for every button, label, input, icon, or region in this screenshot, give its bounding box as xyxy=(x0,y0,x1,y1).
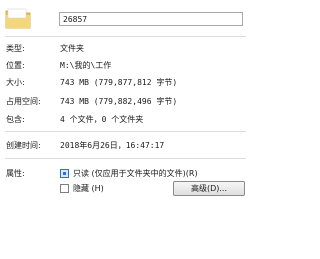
divider xyxy=(5,36,246,37)
disk-size-label: 占用空间: xyxy=(6,97,41,106)
folder-icon xyxy=(5,8,31,29)
size-label: 大小: xyxy=(6,78,25,87)
hidden-checkbox[interactable] xyxy=(60,184,69,193)
location-label: 位置: xyxy=(6,61,25,70)
readonly-label[interactable]: 只读 (仅应用于文件夹中的文件)(R) xyxy=(73,168,198,179)
location-value: M:\我的\工作 xyxy=(60,61,112,70)
contains-value: 4 个文件，0 个文件夹 xyxy=(60,115,144,124)
created-value: 2018年6月26日，16:47:17 xyxy=(60,141,165,150)
disk-size-value: 743 MB (779,882,496 字节) xyxy=(60,97,178,106)
divider xyxy=(5,131,246,132)
divider xyxy=(5,158,246,159)
hidden-label[interactable]: 隐藏 (H) xyxy=(73,183,104,194)
contains-label: 包含: xyxy=(6,115,25,124)
type-value: 文件夹 xyxy=(60,44,84,53)
created-label: 创建时间: xyxy=(6,141,41,150)
type-label: 类型: xyxy=(6,44,25,53)
attributes-label: 属性: xyxy=(6,169,25,178)
size-value: 743 MB (779,877,812 字节) xyxy=(60,78,178,87)
folder-name-input[interactable] xyxy=(59,12,243,26)
advanced-button[interactable]: 高级(D)... xyxy=(173,181,245,196)
readonly-checkbox[interactable] xyxy=(60,169,69,178)
